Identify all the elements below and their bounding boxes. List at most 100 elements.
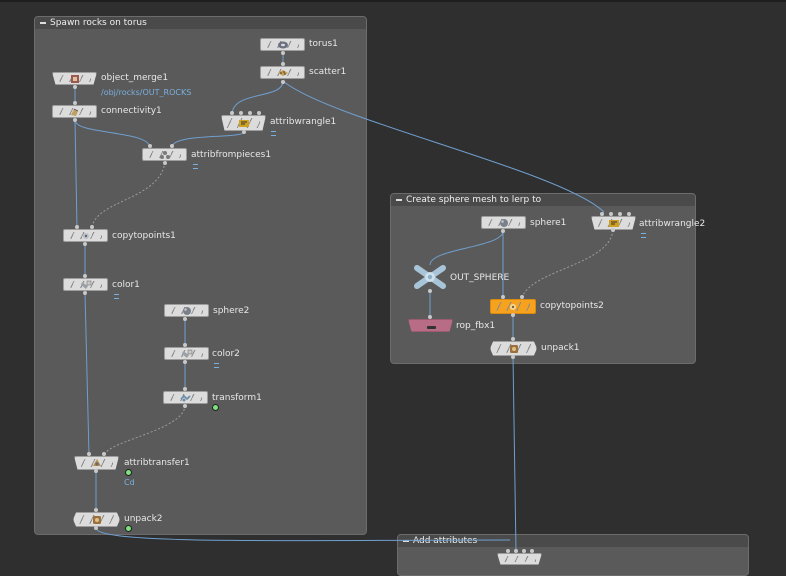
node-label-connectivity1: connectivity1 <box>101 106 162 116</box>
network-box-add-attributes[interactable]: Add attributes <box>397 534 749 576</box>
output-port[interactable] <box>83 242 87 246</box>
collapse-icon[interactable] <box>403 540 409 542</box>
network-box-header[interactable]: Create sphere mesh to lerp to <box>391 194 695 206</box>
output-port[interactable] <box>281 51 285 55</box>
node-label-color1: color1 <box>112 280 140 290</box>
node-label-color2: color2 <box>212 349 240 359</box>
node-transform1[interactable] <box>163 391 208 404</box>
copytopoints-icon <box>510 304 516 310</box>
output-port[interactable] <box>183 317 187 321</box>
output-port[interactable] <box>163 161 167 165</box>
node-attribfrompieces1[interactable] <box>142 148 187 161</box>
collapse-icon[interactable] <box>396 199 402 201</box>
object-merge-icon <box>70 75 79 83</box>
input-port[interactable] <box>609 212 613 216</box>
input-port[interactable] <box>514 549 518 553</box>
output-port[interactable] <box>183 360 187 364</box>
node-label-copytopoints2: copytopoints2 <box>540 301 604 311</box>
node-rop-fbx1[interactable] <box>408 319 453 332</box>
parameter-icon <box>114 294 119 299</box>
input-port[interactable] <box>522 549 526 553</box>
node-unpack1[interactable] <box>490 341 537 356</box>
input-port[interactable] <box>239 111 243 115</box>
node-label-unpack1: unpack1 <box>541 343 580 353</box>
output-port[interactable] <box>611 228 615 232</box>
output-port[interactable] <box>94 526 98 530</box>
node-color2[interactable] <box>164 347 209 360</box>
input-port[interactable] <box>511 337 515 341</box>
output-port[interactable] <box>94 469 98 473</box>
copytopoints-icon <box>82 233 89 239</box>
input-port[interactable] <box>600 212 604 216</box>
attribtransfer-icon <box>92 459 101 466</box>
node-connectivity1[interactable] <box>52 105 97 118</box>
color-icon <box>80 280 91 289</box>
output-port[interactable] <box>281 80 285 84</box>
node-add-attributes-wrangle[interactable] <box>497 553 542 565</box>
output-port[interactable] <box>511 313 515 317</box>
parameter-icon <box>193 164 198 169</box>
node-color1[interactable] <box>63 278 108 291</box>
object-merge-path: /obj/rocks/OUT_ROCKS <box>101 88 192 97</box>
input-port[interactable] <box>618 212 622 216</box>
collapse-icon[interactable] <box>40 22 46 24</box>
scatter-icon <box>277 70 288 76</box>
unpack-icon <box>509 345 518 353</box>
node-scatter1[interactable] <box>260 66 305 79</box>
node-object-merge1[interactable] <box>52 72 97 85</box>
input-port[interactable] <box>94 508 98 512</box>
input-port[interactable] <box>87 452 91 456</box>
input-port[interactable] <box>102 452 106 456</box>
node-label-rop-fbx1: rop_fbx1 <box>456 321 496 331</box>
output-port[interactable] <box>501 229 505 233</box>
input-port[interactable] <box>506 549 510 553</box>
node-copytopoints2[interactable] <box>490 299 536 314</box>
node-sphere1[interactable] <box>481 216 526 229</box>
output-port[interactable] <box>511 355 515 359</box>
network-box-title: Create sphere mesh to lerp to <box>406 195 542 205</box>
wire-unpack1-addattr <box>512 355 517 553</box>
connectivity-icon <box>70 108 78 116</box>
input-port[interactable] <box>627 212 631 216</box>
node-label-transform1: transform1 <box>212 393 262 403</box>
null-node-out-sphere[interactable] <box>414 265 446 289</box>
node-label-attribwrangle2: attribwrangle2 <box>639 219 706 229</box>
input-port[interactable] <box>530 549 534 553</box>
attribfrompieces-icon <box>159 151 170 159</box>
input-port[interactable] <box>230 111 234 115</box>
node-unpack2[interactable] <box>73 512 120 527</box>
parameter-icon <box>641 233 646 238</box>
output-port[interactable] <box>242 130 246 134</box>
output-port[interactable] <box>73 85 77 89</box>
display-flag-icon[interactable] <box>125 525 132 532</box>
node-label-attribwrangle1: attribwrangle1 <box>270 117 337 127</box>
parameter-icon <box>271 131 276 136</box>
sphere-icon <box>499 219 508 227</box>
input-port[interactable] <box>428 315 432 319</box>
node-attribtransfer1[interactable] <box>74 456 119 470</box>
node-label-out-sphere: OUT_SPHERE <box>450 273 510 283</box>
node-copytopoints1[interactable] <box>63 229 108 242</box>
wrangle-icon <box>608 220 619 227</box>
color-icon <box>181 349 192 358</box>
output-port[interactable] <box>73 118 77 122</box>
display-flag-icon[interactable] <box>125 469 132 476</box>
node-attribwrangle1[interactable] <box>221 115 266 131</box>
node-sphere2[interactable] <box>164 304 209 317</box>
input-port[interactable] <box>257 111 261 115</box>
torus-icon <box>277 41 288 49</box>
display-flag-icon[interactable] <box>212 404 219 411</box>
output-port[interactable] <box>183 404 187 408</box>
output-port[interactable] <box>428 289 432 293</box>
node-label-torus1: torus1 <box>309 39 338 49</box>
attribtransfer-attribute: Cd <box>124 478 135 487</box>
input-port[interactable] <box>248 111 252 115</box>
network-box-header[interactable]: Spawn rocks on torus <box>35 17 366 29</box>
node-label-sphere2: sphere2 <box>213 306 250 316</box>
output-port[interactable] <box>83 291 87 295</box>
network-box-header[interactable]: Add attributes <box>398 535 748 547</box>
node-label-object-merge1: object_merge1 <box>101 73 169 83</box>
node-torus1[interactable] <box>260 38 305 51</box>
node-label-copytopoints1: copytopoints1 <box>112 231 176 241</box>
unpack-icon <box>92 516 101 524</box>
